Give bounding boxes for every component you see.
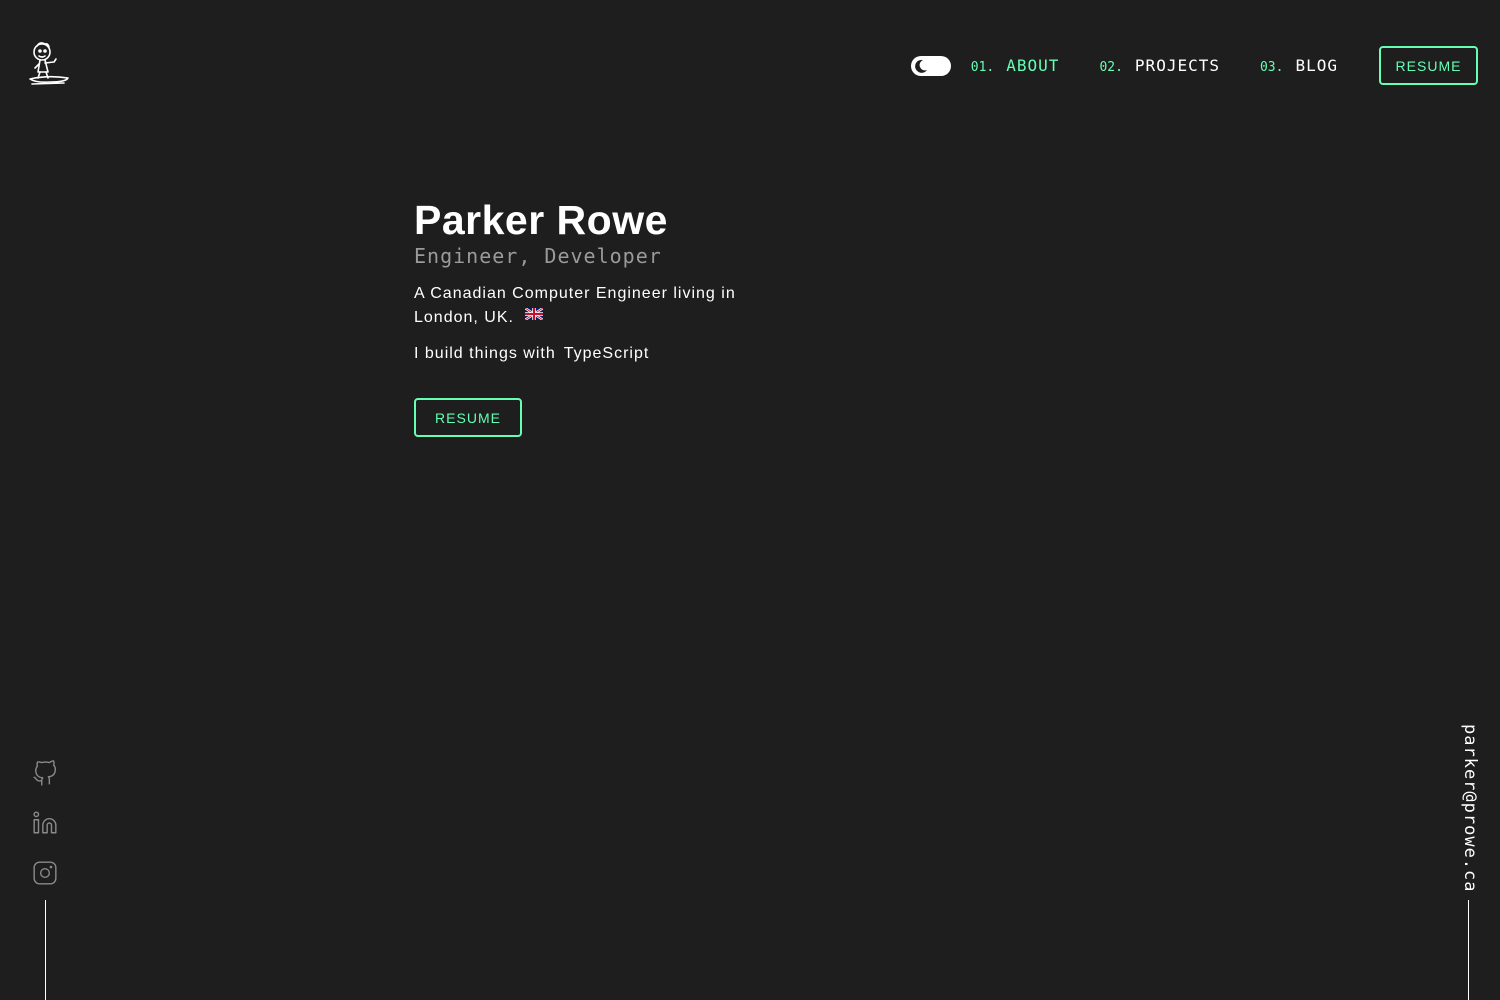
hero-name: Parker Rowe [414, 197, 668, 243]
nav-projects[interactable]: 02. PROJECTS [1099, 56, 1220, 75]
hero-build-line: I build things with TypeScript [414, 342, 774, 366]
page: 01. ABOUT 02. PROJECTS 03. BLOG RESUME P… [0, 0, 1500, 1000]
linkedin-icon[interactable] [32, 810, 58, 836]
nav-blog-label: BLOG [1295, 56, 1338, 75]
social-links [32, 760, 60, 910]
uk-flag-icon [524, 304, 545, 328]
nav-blog-number: 03. [1259, 60, 1284, 75]
nav-resume-button[interactable]: RESUME [1379, 46, 1478, 85]
nav-blog[interactable]: 03. BLOG [1260, 56, 1338, 75]
hero-resume-button[interactable]: RESUME [414, 398, 522, 437]
hero-role: Engineer, Developer [414, 244, 662, 268]
instagram-icon[interactable] [32, 860, 58, 886]
main-nav: 01. ABOUT 02. PROJECTS 03. BLOG RESUME [910, 46, 1478, 85]
hero-section: Parker Rowe Engineer, Developer A Canadi… [414, 196, 774, 437]
nav-about-number: 01. [970, 60, 995, 75]
left-divider-line [45, 900, 46, 1000]
hero-build-tech: TypeScript [563, 345, 650, 362]
sketch-character-logo-icon[interactable] [26, 38, 74, 88]
right-divider-line [1468, 900, 1469, 1000]
hero-intro-text: A Canadian Computer Engineer living in L… [414, 285, 736, 326]
email-link[interactable]: parker@prowe.ca [1460, 724, 1480, 893]
nav-about-label: ABOUT [1006, 56, 1060, 75]
nav-projects-label: PROJECTS [1134, 56, 1220, 75]
moon-icon [914, 59, 927, 73]
nav-projects-number: 02. [1099, 60, 1123, 75]
github-icon[interactable] [32, 760, 58, 786]
hero-build-prefix: I build things with [414, 345, 556, 362]
hero-intro: A Canadian Computer Engineer living in L… [414, 282, 744, 330]
nav-about[interactable]: 01. ABOUT [971, 56, 1060, 75]
theme-toggle[interactable] [910, 55, 951, 76]
